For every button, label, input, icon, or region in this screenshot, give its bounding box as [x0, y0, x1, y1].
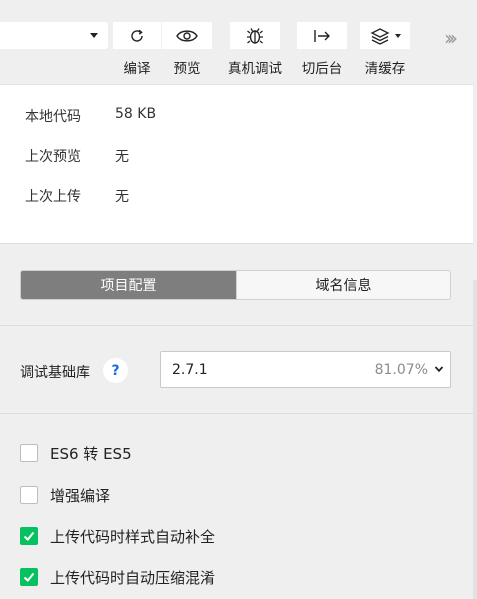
eye-icon: [176, 29, 198, 42]
switch-background-icon: [314, 29, 330, 42]
divider: [0, 413, 473, 414]
chevron-down-icon: [434, 366, 444, 373]
base-library-select[interactable]: 2.7.1 81.07%: [160, 351, 451, 388]
checkbox[interactable]: [20, 527, 38, 545]
refresh-icon: [131, 29, 143, 42]
caret-down-icon: [90, 33, 98, 38]
help-icon[interactable]: ?: [103, 358, 128, 383]
divider: [0, 325, 473, 326]
compile-label: 编译: [123, 61, 151, 77]
real-device-debug-button[interactable]: [230, 22, 280, 49]
background-button[interactable]: [297, 22, 347, 49]
option-label: ES6 转 ES5: [50, 445, 132, 463]
checkmark-icon: [23, 572, 35, 582]
base-library-version: 2.7.1: [172, 362, 208, 378]
checkmark-icon: [23, 531, 35, 541]
info-value: 58 KB: [115, 106, 157, 122]
scrollbar[interactable]: [473, 280, 477, 599]
real-device-debug-label: 真机调试: [228, 61, 282, 77]
option-label: 增强编译: [50, 487, 111, 505]
base-library-label: 调试基础库: [20, 365, 90, 381]
tab-project-config[interactable]: 项目配置: [21, 271, 236, 299]
preview-button[interactable]: [162, 22, 212, 49]
option-label: 上传代码时自动压缩混淆: [50, 569, 216, 587]
info-key: 上次预览: [25, 149, 81, 165]
checkbox[interactable]: [20, 444, 38, 462]
caret-down-icon: [395, 34, 401, 38]
bug-icon: [247, 27, 263, 44]
base-library-coverage: 81.07%: [374, 362, 428, 378]
tab-domain-info[interactable]: 域名信息: [236, 271, 450, 299]
expand-chevron-icon[interactable]: ›››: [444, 28, 458, 48]
background-label: 切后台: [301, 61, 343, 77]
info-value: 无: [115, 149, 129, 165]
info-key: 本地代码: [25, 109, 81, 125]
clear-cache-label: 清缓存: [364, 61, 406, 77]
preview-label: 预览: [173, 61, 201, 77]
toolbar: 编译 预览 真机调试 切后台 清缓存 ›››: [0, 0, 477, 84]
clear-cache-button[interactable]: [360, 22, 410, 49]
layers-icon: [370, 27, 390, 45]
option-label: 上传代码时样式自动补全: [50, 528, 216, 546]
checkbox[interactable]: [20, 568, 38, 586]
checkbox[interactable]: [20, 486, 38, 504]
details-tabs: 项目配置 域名信息: [20, 270, 451, 300]
compile-mode-select[interactable]: [0, 22, 108, 49]
compile-button[interactable]: [113, 22, 161, 49]
project-info-panel: 本地代码 58 KB 上次预览 无 上次上传 无: [0, 84, 473, 244]
info-value: 无: [115, 189, 129, 205]
info-key: 上次上传: [25, 189, 81, 205]
